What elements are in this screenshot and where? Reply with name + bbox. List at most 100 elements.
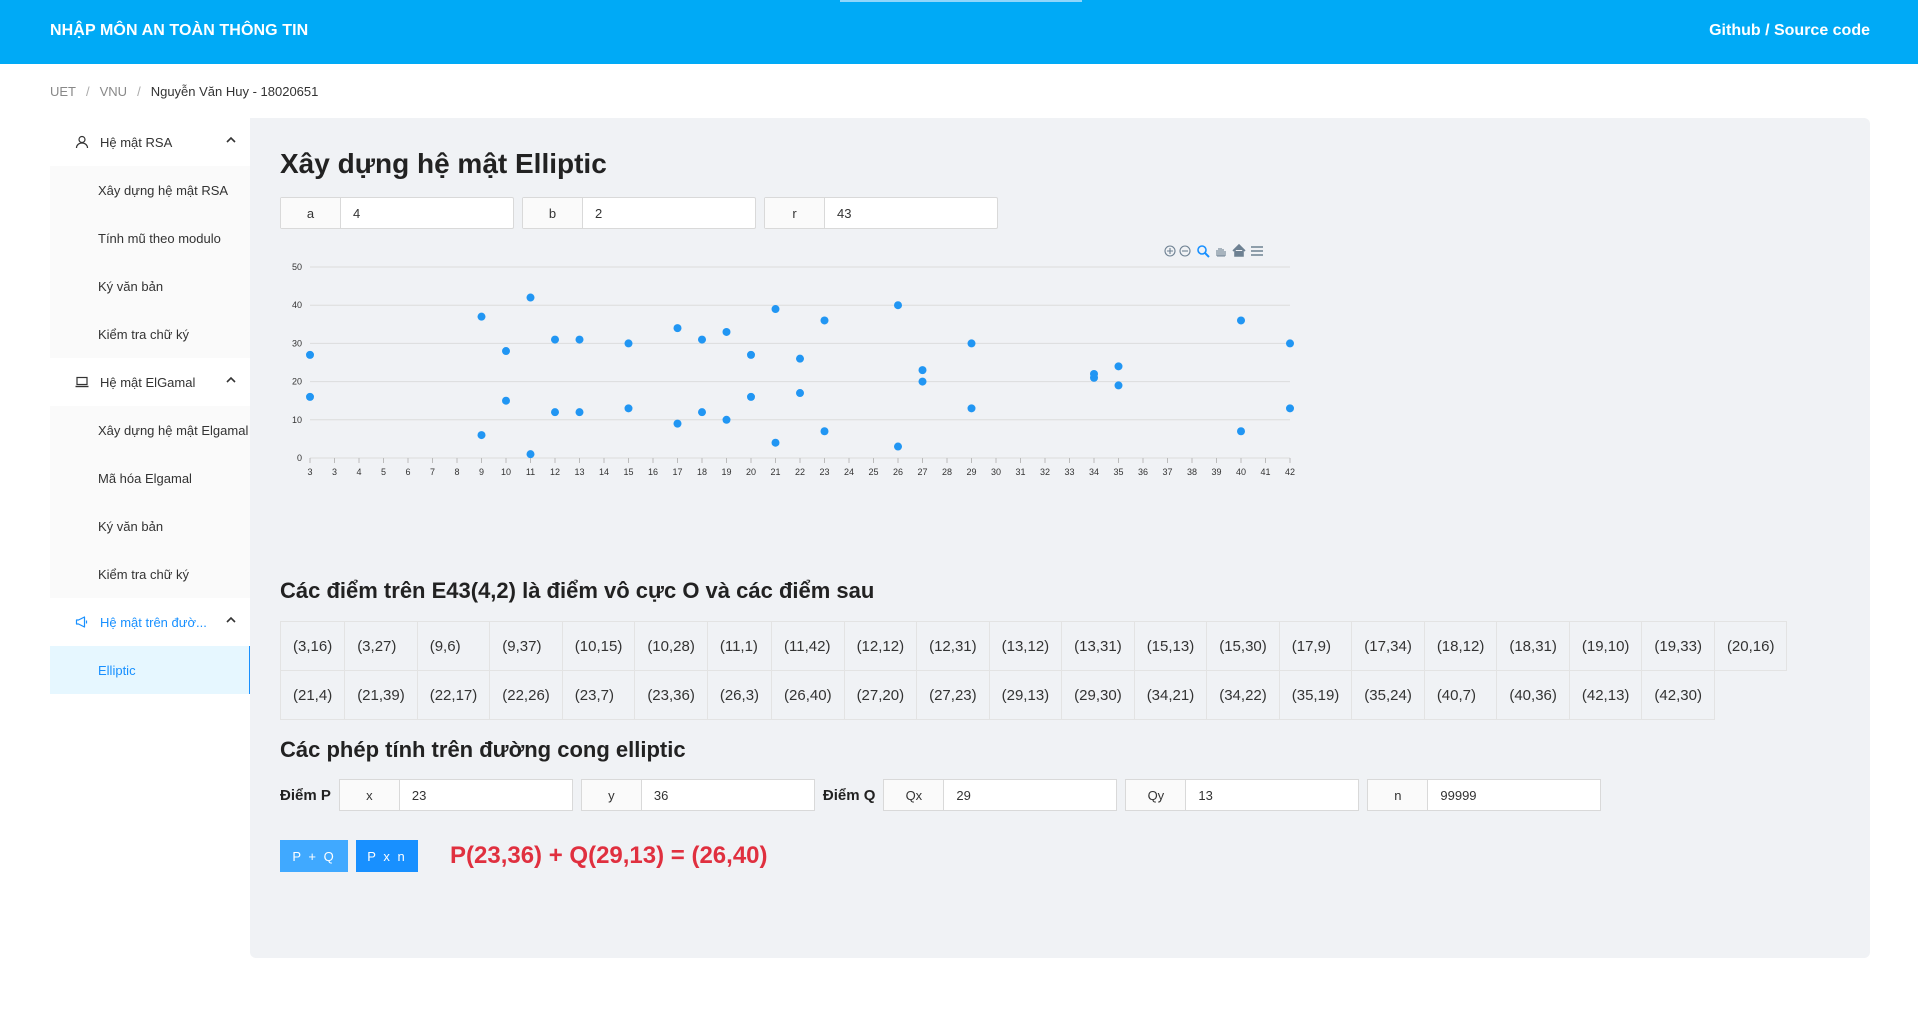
- point-cell: (27,23): [916, 670, 990, 720]
- point-cell: (40,7): [1423, 670, 1498, 720]
- y-tick-label: 20: [292, 377, 302, 387]
- x-tick-label: 9: [479, 467, 484, 477]
- data-point: [918, 377, 927, 386]
- nav-indicator: [840, 0, 1082, 2]
- breadcrumb-item-uet[interactable]: UET: [50, 84, 76, 99]
- sidebar-item-elgamal-build[interactable]: Xây dựng hệ mật Elgamal: [50, 406, 252, 454]
- sidebar-item-elgamal-verify[interactable]: Kiểm tra chữ ký: [50, 550, 252, 598]
- sidebar-item-elgamal-encrypt[interactable]: Mã hóa Elgamal: [50, 454, 252, 502]
- point-cell: (17,34): [1351, 621, 1425, 671]
- points-row: (21,4) (21,39) (22,17) (22,26) (23,7) (23,36)…: [279, 670, 1787, 720]
- point-cell: (13,12): [988, 621, 1063, 671]
- pan-hand-icon-shape: [1216, 248, 1226, 257]
- q-y-input[interactable]: 13: [1186, 780, 1212, 810]
- sidebar-item-rsa-verify[interactable]: Kiểm tra chữ ký: [50, 310, 252, 358]
- home-icon-shape: [1232, 243, 1246, 257]
- point-cell: (10,15): [561, 621, 636, 671]
- data-point: [698, 408, 706, 417]
- point-cell: (23,7): [561, 670, 636, 720]
- data-point: [1114, 381, 1123, 390]
- p-x-group: x 23: [338, 779, 573, 811]
- data-point: [722, 327, 731, 336]
- data-point: [1286, 404, 1294, 413]
- point-q-label: Điểm Q: [822, 786, 876, 804]
- p-x-label: x: [339, 780, 400, 810]
- param-r-input[interactable]: 43: [825, 198, 997, 228]
- data-point: [575, 408, 584, 417]
- breadcrumb-item-current: Nguyễn Văn Huy - 18020651: [150, 84, 319, 99]
- sidebar-item-rsa-build[interactable]: Xây dựng hệ mật RSA: [50, 166, 252, 214]
- data-point: [820, 427, 829, 436]
- magnifier-icon-shape: [1204, 252, 1210, 258]
- data-point: [796, 354, 804, 363]
- param-b-label: b: [523, 198, 583, 228]
- n-input[interactable]: 99999: [1428, 780, 1476, 810]
- param-b-input[interactable]: 2: [583, 198, 755, 228]
- data-point: [673, 324, 682, 333]
- sidebar-item-elgamal-sign[interactable]: Ký văn bản: [50, 502, 252, 550]
- add-points-button[interactable]: P + Q: [280, 840, 348, 872]
- data-point: [967, 404, 976, 413]
- data-point: [1114, 362, 1123, 371]
- data-point: [624, 404, 633, 413]
- p-y-input[interactable]: 36: [642, 780, 668, 810]
- main-content: Xây dựng hệ mật Elliptic a 4 b 2 r 43 01…: [250, 118, 1870, 958]
- x-tick-label: 22: [795, 467, 805, 477]
- x-tick-label: 27: [917, 467, 927, 477]
- data-point: [673, 419, 682, 428]
- sidebar-item-elliptic[interactable]: Elliptic: [50, 646, 252, 694]
- point-cell: (11,1): [706, 621, 773, 671]
- point-cell: (35,19): [1278, 670, 1353, 720]
- param-a-label: a: [281, 198, 341, 228]
- github-link[interactable]: Github / Source code: [1709, 22, 1870, 40]
- point-cell: (34,21): [1133, 670, 1208, 720]
- x-tick-label: 30: [991, 467, 1001, 477]
- point-cell: (11,42): [771, 621, 845, 671]
- zoom-in-icon[interactable]: [1164, 245, 1176, 257]
- menu-icon[interactable]: [1251, 246, 1263, 256]
- y-tick-label: 30: [292, 338, 302, 348]
- y-tick-label: 0: [297, 453, 302, 463]
- magnifier-icon[interactable]: [1197, 245, 1210, 258]
- multiply-point-button[interactable]: P x n: [356, 840, 418, 872]
- zoom-in-icon-shape: [1167, 248, 1173, 254]
- x-tick-label: 42: [1285, 467, 1295, 477]
- point-cell: (26,3): [706, 670, 773, 720]
- point-cell: (18,12): [1423, 621, 1498, 671]
- data-point: [894, 442, 902, 451]
- pan-hand-icon[interactable]: [1216, 248, 1226, 257]
- zoom-out-icon[interactable]: [1179, 245, 1191, 257]
- param-a-input[interactable]: 4: [341, 198, 513, 228]
- home-icon[interactable]: [1232, 243, 1246, 257]
- y-tick-label: 10: [292, 415, 302, 425]
- sidebar-item-modexp[interactable]: Tính mũ theo modulo: [50, 214, 252, 262]
- point-cell: (42,30): [1641, 670, 1715, 720]
- sidebar-item-rsa-sign[interactable]: Ký văn bản: [50, 262, 252, 310]
- x-tick-label: 19: [721, 467, 731, 477]
- sidebar-group-elgamal[interactable]: Hệ mật ElGamal: [50, 358, 250, 406]
- data-point: [771, 305, 780, 314]
- x-tick-label: 16: [648, 467, 658, 477]
- x-tick-label: 25: [868, 467, 878, 477]
- x-tick-label: 38: [1187, 467, 1197, 477]
- q-x-input[interactable]: 29: [944, 780, 970, 810]
- data-point: [967, 339, 976, 348]
- point-cell: (29,30): [1061, 670, 1135, 720]
- sidebar-group-elliptic[interactable]: Hệ mật trên đườ...: [50, 598, 250, 646]
- point-cell: (29,13): [988, 670, 1063, 720]
- p-x-input[interactable]: 23: [400, 780, 426, 810]
- x-tick-label: 24: [844, 467, 854, 477]
- x-tick-label: 15: [623, 467, 633, 477]
- point-cell: (9,37): [489, 621, 563, 671]
- data-point: [502, 347, 510, 356]
- p-y-group: y 36: [580, 779, 815, 811]
- x-tick-label: 28: [942, 467, 952, 477]
- sidebar-group-rsa[interactable]: Hệ mật RSA: [50, 118, 250, 166]
- breadcrumb-item-vnu[interactable]: VNU: [100, 84, 127, 99]
- points-table: (3,16) (3,27) (9,6) (9,37) (10,15) (10,28) (11…: [279, 621, 1788, 720]
- x-tick-label: 21: [770, 467, 780, 477]
- chevron-up-icon: [226, 136, 236, 147]
- data-point: [306, 350, 314, 359]
- x-tick-label: 6: [405, 467, 410, 477]
- data-point: [1286, 339, 1294, 348]
